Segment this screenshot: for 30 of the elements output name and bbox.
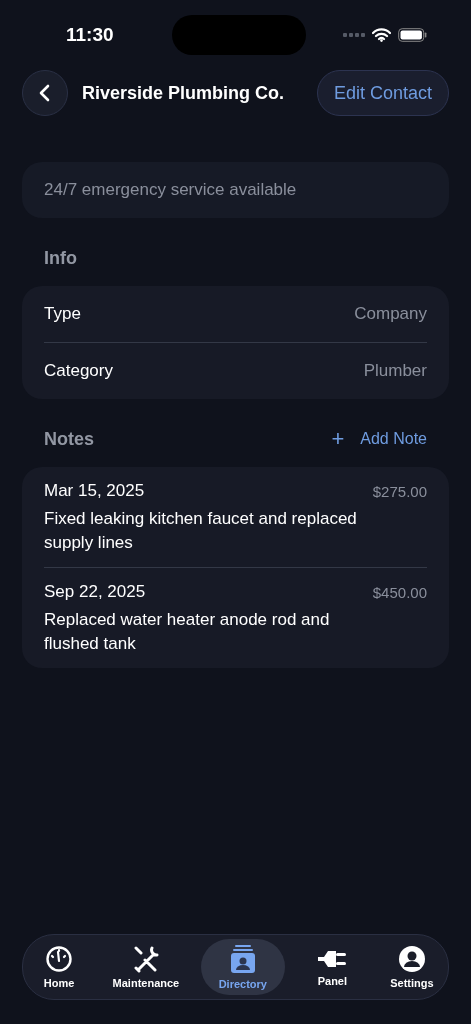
info-value: Plumber bbox=[363, 361, 427, 381]
contact-card-icon bbox=[228, 944, 257, 974]
note-text: Replaced water heater anode rod and flushed tank bbox=[44, 609, 331, 655]
note-field[interactable]: 24/7 emergency service available bbox=[22, 162, 449, 218]
chevron-left-icon bbox=[38, 83, 52, 103]
note-date: Sep 22, 2025 bbox=[44, 582, 146, 602]
tab[interactable]: Maintenance bbox=[106, 939, 186, 995]
note-amount: $450.00 bbox=[372, 583, 427, 601]
tab[interactable]: Home bbox=[27, 939, 91, 995]
info-label: Type bbox=[44, 304, 81, 324]
note-date: Mar 15, 2025 bbox=[44, 481, 145, 501]
section-heading: Notes bbox=[44, 428, 94, 450]
battery-icon bbox=[398, 28, 427, 42]
tab[interactable]: Directory bbox=[200, 939, 285, 995]
edit-contact-button[interactable]: Edit Contact bbox=[316, 70, 449, 116]
tab[interactable]: Panel bbox=[300, 939, 365, 995]
info-value: Company bbox=[354, 304, 427, 324]
status-time: 11:30 bbox=[66, 24, 114, 46]
note-amount: $275.00 bbox=[372, 482, 427, 500]
signal-icon bbox=[343, 32, 365, 38]
add-note-button[interactable]: + Add Note bbox=[331, 426, 427, 452]
section-heading: Info bbox=[44, 247, 77, 269]
gauge-icon bbox=[45, 945, 73, 973]
info-label: Category bbox=[44, 361, 113, 381]
note-text: Fixed leaking kitchen faucet and replaced supply lines bbox=[44, 508, 358, 554]
contact-title: Riverside Plumbing Co. bbox=[82, 82, 286, 104]
profile-icon bbox=[397, 945, 426, 973]
tab[interactable]: Settings bbox=[379, 939, 444, 995]
wifi-icon bbox=[372, 28, 391, 42]
back-button[interactable] bbox=[22, 70, 68, 116]
